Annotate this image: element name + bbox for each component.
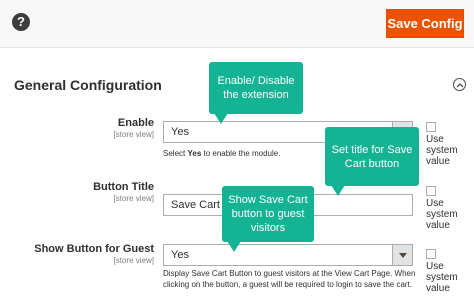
- show-guest-use-system-checkbox[interactable]: [426, 249, 436, 259]
- dropdown-arrow-icon[interactable]: [392, 245, 412, 265]
- button-title-label: Button Title: [93, 181, 154, 193]
- enable-label: Enable: [117, 117, 154, 129]
- page-actions-bar: ? Save Config: [0, 0, 474, 48]
- show-guest-note: Display Save Cart Button to guest visito…: [163, 269, 416, 289]
- save-config-button[interactable]: Save Config: [386, 9, 464, 38]
- button-title-use-system-label: Use system value: [426, 198, 458, 231]
- show-guest-scope: [store view]: [113, 256, 154, 265]
- callout-button-title-tail: [331, 185, 345, 196]
- help-icon[interactable]: ?: [12, 13, 30, 31]
- enable-select-value: Yes: [171, 126, 189, 138]
- callout-enable-tail: [214, 113, 228, 124]
- show-guest-select-value: Yes: [171, 249, 189, 261]
- callout-show-guest: Show Save Cart button to guest visitors: [222, 186, 314, 242]
- callout-button-title: Set title for Save Cart button: [325, 127, 419, 186]
- chevron-up-icon[interactable]: [453, 78, 466, 91]
- callout-enable: Enable/ Disable the extension: [209, 62, 303, 114]
- show-guest-label: Show Button for Guest: [34, 243, 154, 255]
- enable-note: Select Yes to enable the module.: [163, 149, 281, 158]
- show-guest-select[interactable]: Yes: [163, 244, 413, 266]
- show-guest-use-system-label: Use system value: [426, 261, 458, 294]
- enable-scope: [store view]: [113, 130, 154, 139]
- enable-use-system-checkbox[interactable]: [426, 122, 436, 132]
- button-title-scope: [store view]: [113, 194, 154, 203]
- callout-show-guest-tail: [227, 241, 241, 252]
- button-title-value: Save Cart: [171, 199, 220, 211]
- enable-use-system-label: Use system value: [426, 134, 458, 167]
- button-title-use-system-checkbox[interactable]: [426, 186, 436, 196]
- section-title[interactable]: General Configuration: [14, 77, 162, 93]
